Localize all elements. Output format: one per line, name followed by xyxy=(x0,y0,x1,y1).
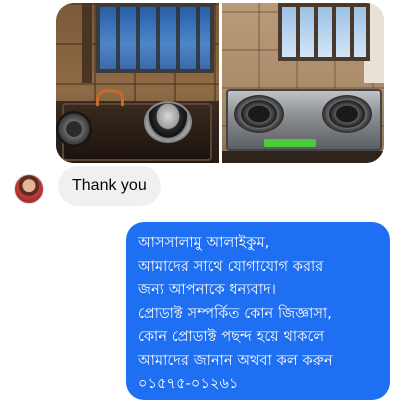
gas-pipe xyxy=(96,89,124,106)
outgoing-message-bubble[interactable]: আসসালামু আলাইকুম, আমাদের সাথে যোগাযোগ কর… xyxy=(126,222,390,400)
window xyxy=(277,3,370,61)
knob-strip xyxy=(263,139,316,147)
window xyxy=(96,3,214,73)
outgoing-message-line: আসসালামু আলাইকুম, xyxy=(138,235,270,251)
user-avatar[interactable] xyxy=(14,174,44,204)
outgoing-message-line: জন্য আপনাকে ধন্যবাদ। xyxy=(138,282,277,298)
phone-number[interactable]: ০১৫৭৫-০১২৬১ xyxy=(138,373,378,397)
stove-photo-after[interactable] xyxy=(221,3,384,163)
incoming-message-text: Thank you xyxy=(72,177,147,194)
outgoing-message-line: কোন প্রোডাক্ট পছন্দ হয়ে থাকলে xyxy=(138,329,325,345)
stove-photo-before[interactable] xyxy=(56,3,219,163)
incoming-message-bubble[interactable]: Thank you xyxy=(58,166,161,206)
outgoing-message-line: প্রোডাক্ট সম্পর্কিত কোন জিজ্ঞাসা, xyxy=(138,305,332,322)
outgoing-message-line: আমাদের সাথে যোগাযোগ করার xyxy=(138,258,324,275)
burner-pot xyxy=(144,101,192,143)
counter xyxy=(221,151,384,163)
photo-attachment[interactable] xyxy=(56,3,384,163)
window-frame xyxy=(82,3,92,83)
burner-left xyxy=(233,95,284,133)
outgoing-message-line: আমাদের জানান অথবা কল করুন xyxy=(138,352,333,369)
burner xyxy=(56,111,92,147)
burner-right xyxy=(321,95,372,133)
